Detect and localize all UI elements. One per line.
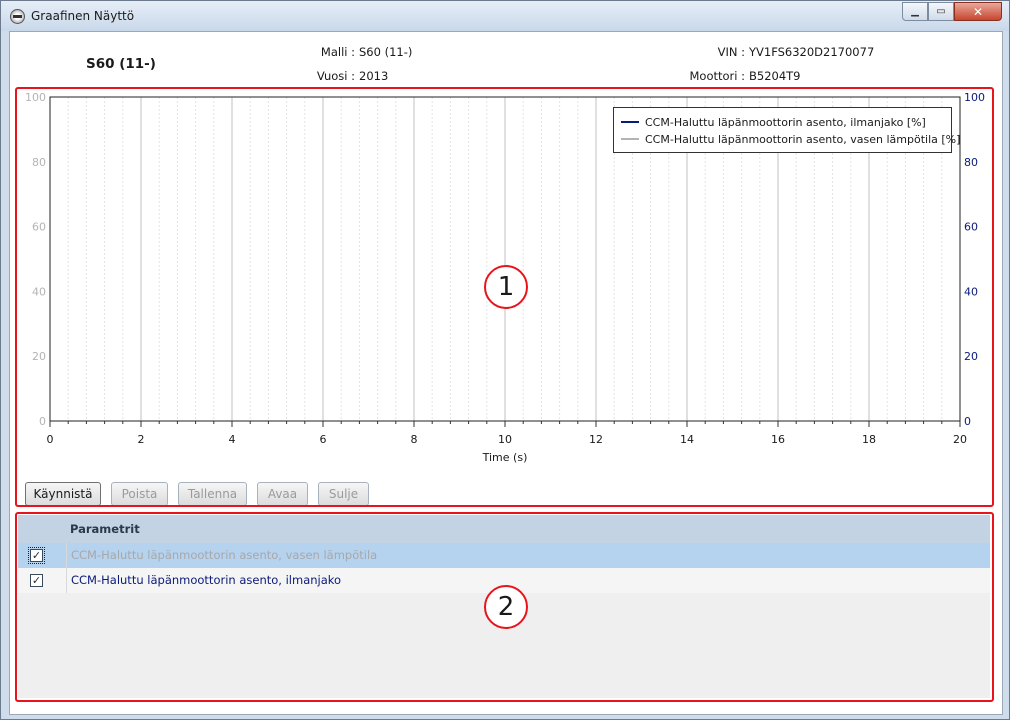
callout-2: 2	[484, 585, 528, 629]
callout-1: 1	[484, 265, 528, 309]
